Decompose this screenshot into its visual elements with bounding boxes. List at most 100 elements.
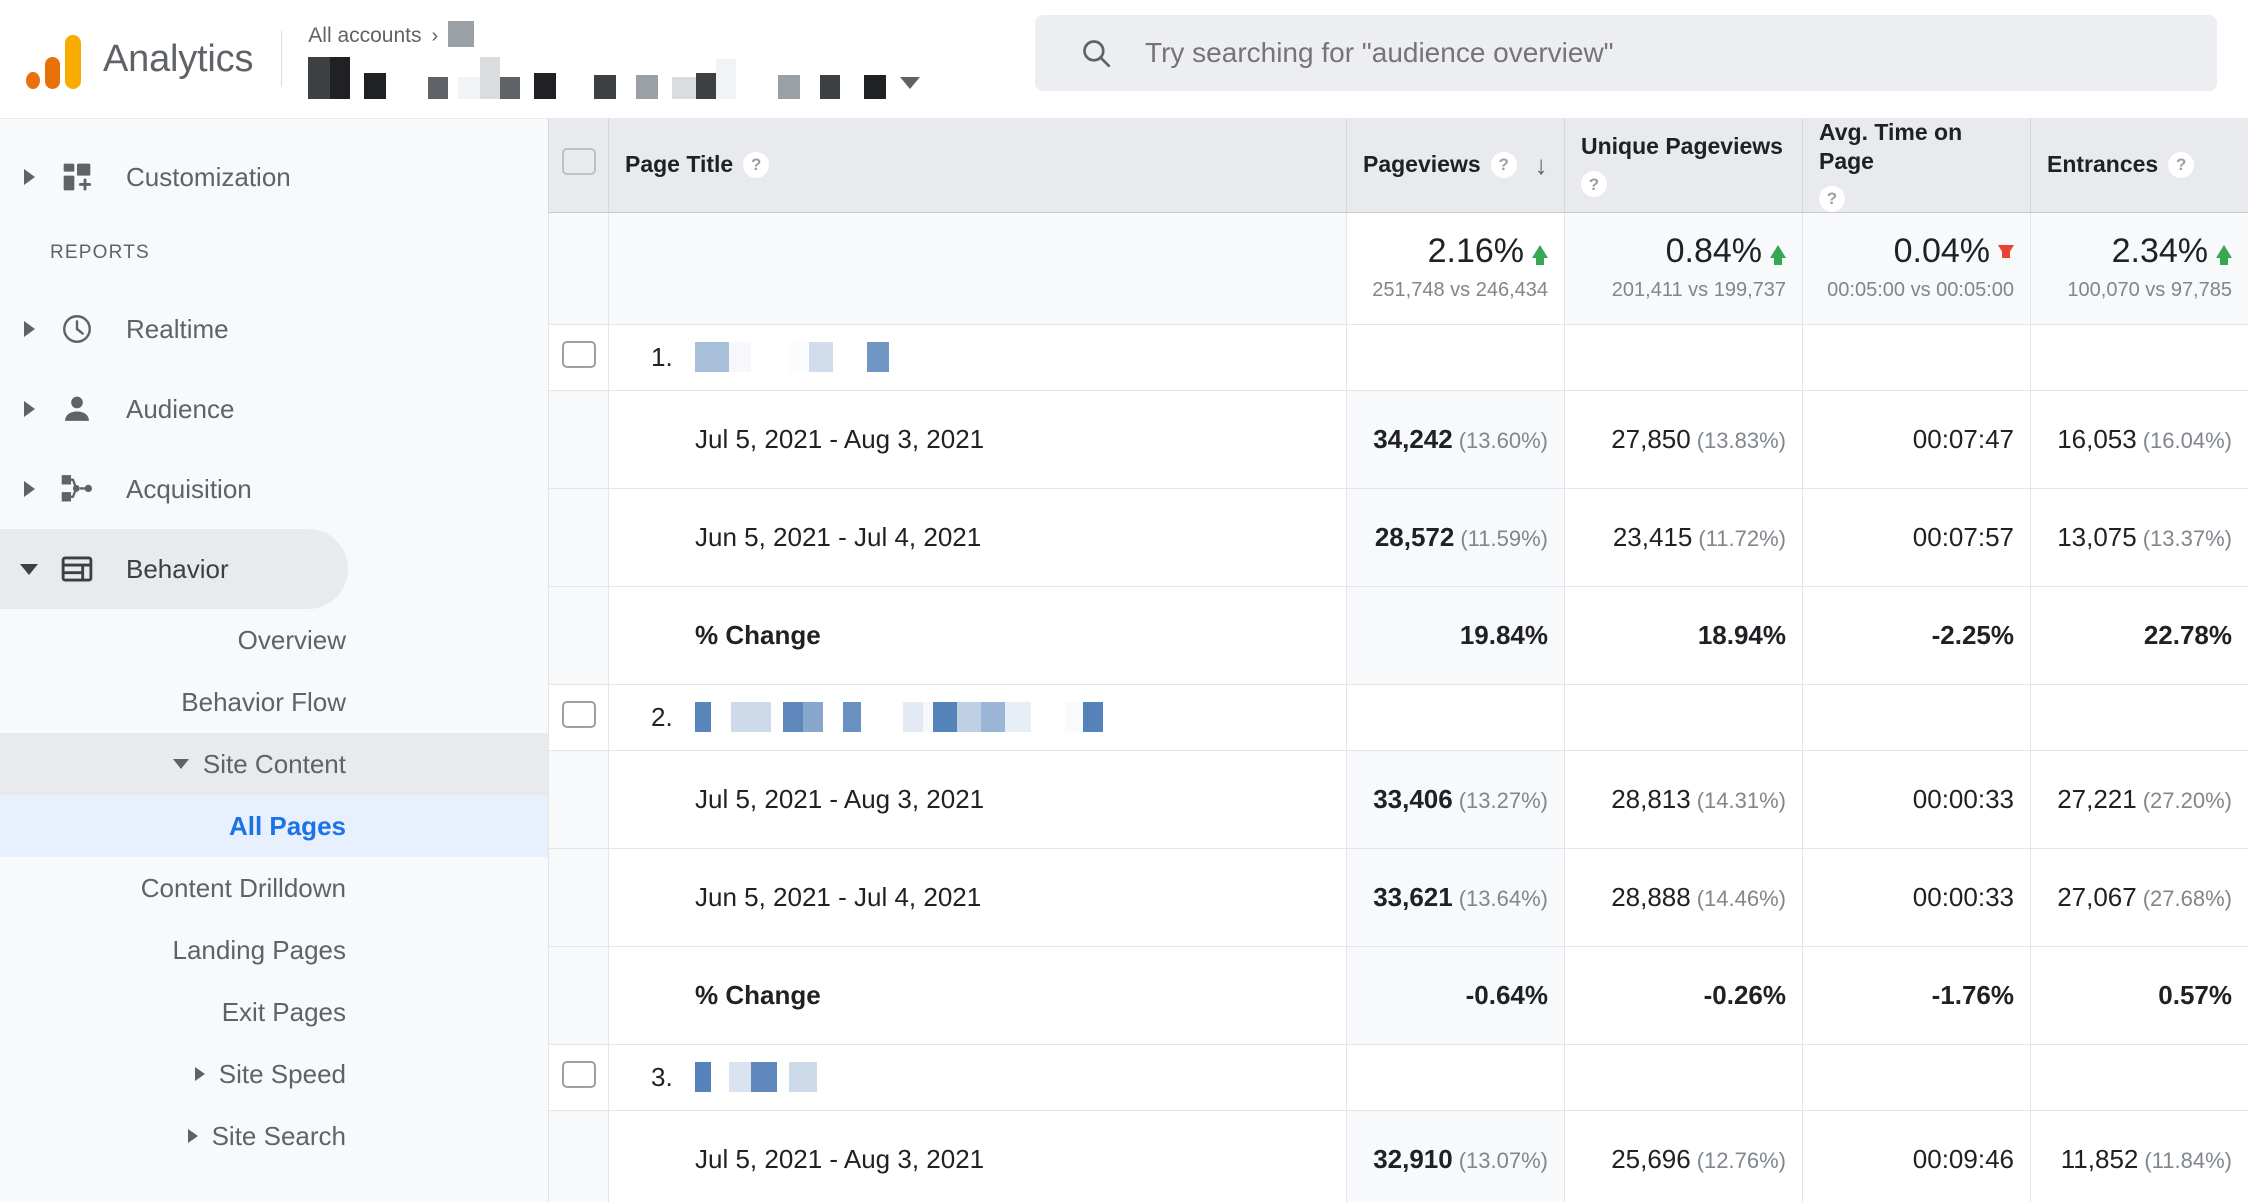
header-divider: [281, 31, 283, 87]
redacted-block: [902, 702, 923, 732]
trend-up-icon: [1532, 245, 1548, 265]
group-header-row[interactable]: 2.: [548, 684, 2248, 751]
entrances-cell: 27,221 (27.20%): [2030, 750, 2248, 849]
column-header-avg-time-on-page[interactable]: Avg. Time on Page ?: [1802, 118, 2031, 213]
chevron-down-icon[interactable]: [900, 77, 921, 89]
redacted-block: [728, 1062, 751, 1092]
summary-metric-cell: 0.84% 201,411 vs 199,737: [1564, 212, 1803, 325]
group-header-row[interactable]: 1.: [548, 324, 2248, 391]
redacted-block: [788, 1062, 817, 1092]
column-header-entrances[interactable]: Entrances ?: [2030, 118, 2248, 213]
summary-comparison: 251,748 vs 246,434: [1372, 279, 1548, 301]
column-label: Page Title: [625, 151, 734, 178]
unique-pageviews-change-cell: -0.26%: [1564, 946, 1803, 1045]
summary-metric-cell: 2.34% 100,070 vs 97,785: [2030, 212, 2248, 325]
redacted-block: [932, 702, 957, 732]
sidebar-subitem-label: Site Content: [202, 748, 346, 779]
redacted-block: [728, 342, 751, 372]
sidebar-item-site-search[interactable]: Site Search: [0, 1105, 548, 1167]
group-title-cell[interactable]: 3.: [608, 1044, 1347, 1111]
sidebar-item-customization[interactable]: Customization: [0, 137, 548, 217]
redacted-block: [330, 57, 351, 99]
sidebar-item-site-content[interactable]: Site Content: [0, 733, 548, 795]
collapse-arrow-icon[interactable]: [18, 563, 40, 575]
chevron-right-icon: [194, 1067, 205, 1081]
column-header-pageviews[interactable]: Pageviews ? ↓: [1346, 118, 1565, 213]
redacted-block: [500, 77, 521, 99]
sort-descending-icon[interactable]: ↓: [1535, 149, 1548, 182]
help-icon[interactable]: ?: [1819, 185, 1845, 212]
summary-percent: 2.16%: [1427, 232, 1524, 270]
sidebar-subitem-label: Exit Pages: [221, 996, 346, 1027]
sidebar-item-content-drilldown[interactable]: Content Drilldown: [0, 857, 548, 919]
redacted-block: [480, 57, 501, 99]
table-row: Jun 5, 2021 - Jul 4, 2021 33,621 (13.64%) 2…: [548, 848, 2248, 947]
row-select-cell[interactable]: [548, 1044, 609, 1111]
expand-arrow-icon[interactable]: [18, 481, 40, 497]
redacted-block: [1065, 702, 1083, 732]
help-icon[interactable]: ?: [2168, 151, 2195, 178]
row-select-cell[interactable]: [548, 684, 609, 751]
help-icon[interactable]: ?: [1490, 151, 1517, 178]
column-header-unique-pageviews[interactable]: Unique Pageviews ?: [1564, 118, 1803, 213]
sidebar-item-landing-pages[interactable]: Landing Pages: [0, 919, 548, 981]
row-select-cell[interactable]: [548, 324, 609, 391]
entrances-cell: 11,852 (11.84%): [2030, 1110, 2248, 1202]
sidebar-item-exit-pages[interactable]: Exit Pages: [0, 981, 548, 1043]
sidebar-item-overview[interactable]: Overview: [0, 609, 548, 671]
group-title-cell[interactable]: 1.: [608, 324, 1347, 391]
sidebar-item-behavior[interactable]: Behavior: [0, 529, 348, 609]
sidebar-subitem-label: Site Search: [211, 1120, 346, 1151]
redacted-block: [1004, 702, 1031, 732]
redacted-block: [778, 75, 801, 99]
group-header-row[interactable]: 3.: [548, 1044, 2248, 1111]
column-header-page-title[interactable]: Page Title ?: [608, 118, 1347, 213]
expand-arrow-icon[interactable]: [18, 321, 40, 337]
account-selector[interactable]: All accounts ›: [308, 19, 921, 99]
row-index: 3.: [651, 1061, 673, 1092]
help-icon[interactable]: ?: [743, 151, 770, 178]
summary-percent: 2.34%: [2111, 232, 2208, 270]
row-checkbox[interactable]: [561, 1061, 596, 1088]
summary-metric-cell: 0.04% 00:05:00 vs 00:05:00: [1802, 212, 2031, 325]
sidebar-item-site-speed[interactable]: Site Speed: [0, 1043, 548, 1105]
pageviews-cell: 32,910 (13.07%): [1346, 1110, 1565, 1202]
row-index: 2.: [651, 701, 673, 732]
analytics-logo-icon: [26, 29, 81, 89]
redacted-block: [922, 702, 933, 732]
select-all-checkbox[interactable]: [561, 148, 596, 176]
row-checkbox[interactable]: [561, 701, 596, 728]
sidebar-item-all-pages[interactable]: All Pages: [0, 795, 548, 857]
redacted-block: [594, 75, 617, 99]
chevron-right-icon: ›: [431, 25, 439, 47]
summary-title-cell: [608, 212, 1347, 325]
sidebar-item-behavior-flow[interactable]: Behavior Flow: [0, 671, 548, 733]
avg-time-on-page-cell: 00:07:57: [1802, 488, 2031, 587]
unique-pageviews-cell: 28,813 (14.31%): [1564, 750, 1803, 849]
help-icon[interactable]: ?: [1581, 171, 1607, 198]
redacted-block: [808, 342, 833, 372]
group-title-cell[interactable]: 2.: [608, 684, 1347, 751]
chevron-down-icon: [172, 759, 189, 769]
sidebar-item-acquisition[interactable]: Acquisition: [0, 449, 548, 529]
unique-pageviews-change-cell: 18.94%: [1564, 586, 1803, 685]
sidebar-item-realtime[interactable]: Realtime: [0, 289, 548, 369]
breadcrumb-all-accounts[interactable]: All accounts: [308, 24, 421, 48]
search-icon: [1079, 36, 1113, 70]
summary-comparison: 201,411 vs 199,737: [1611, 279, 1786, 301]
redacted-block: [956, 702, 981, 732]
row-checkbox[interactable]: [561, 341, 596, 368]
select-all-header[interactable]: [548, 118, 609, 213]
sidebar-item-audience[interactable]: Audience: [0, 369, 548, 449]
account-name-redacted: [448, 20, 475, 52]
unique-pageviews-cell: 23,415 (11.72%): [1564, 488, 1803, 587]
redacted-block: [696, 73, 717, 99]
expand-arrow-icon[interactable]: [18, 401, 40, 417]
search-input[interactable]: [1145, 37, 2217, 69]
redacted-block: [980, 702, 1005, 732]
column-label: Entrances: [2047, 151, 2159, 178]
expand-arrow-icon[interactable]: [18, 169, 40, 185]
search-bar[interactable]: [1035, 15, 2217, 91]
column-label: Unique Pageviews: [1581, 133, 1783, 160]
summary-percent: 0.04%: [1893, 232, 1990, 270]
